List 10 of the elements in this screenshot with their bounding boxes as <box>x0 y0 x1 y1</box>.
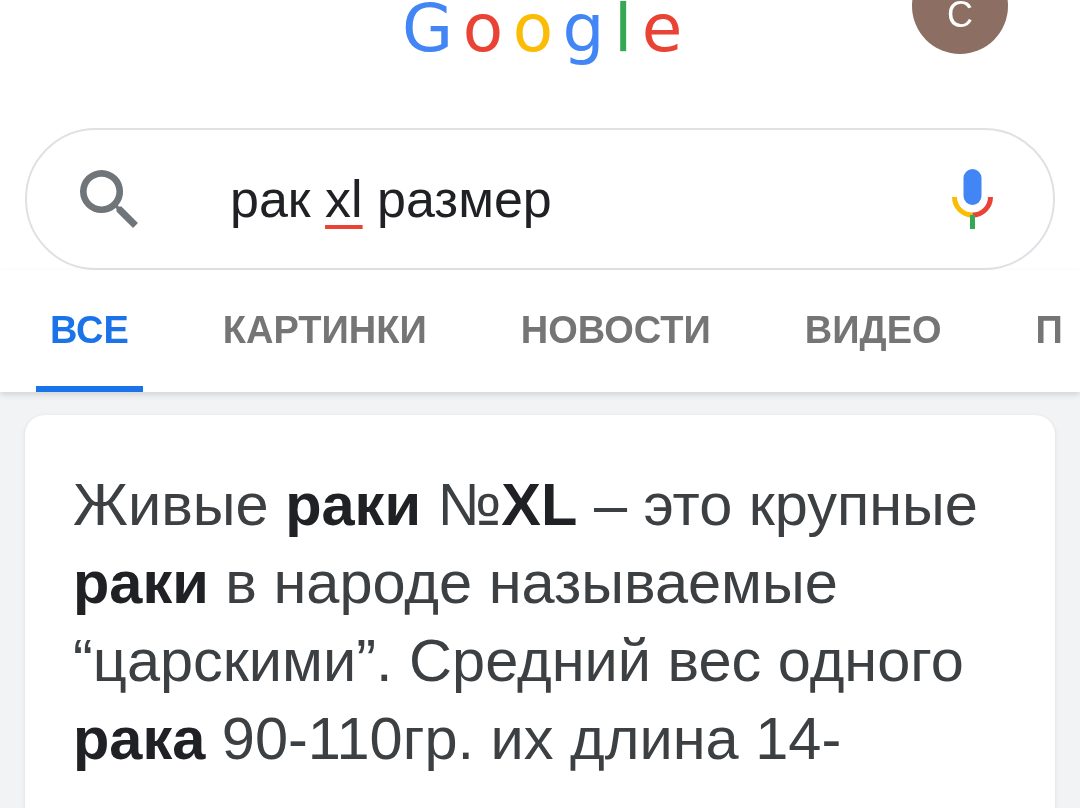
tab[interactable]: КАРТИНКИ <box>208 300 441 392</box>
tab[interactable]: П <box>1021 300 1077 392</box>
misspelled-word: xl <box>325 170 363 228</box>
microphone-icon[interactable] <box>952 169 993 229</box>
search-field[interactable]: рак xl размер <box>25 128 1055 270</box>
search-icon <box>80 170 138 228</box>
snippet-text: Живые раки №XL – это крупные раки в народе называемые “царскими”. Средний вес одного рака 90-110гр. их длина 14- <box>73 470 979 774</box>
tab[interactable]: ВИДЕО <box>790 300 956 392</box>
account-avatar[interactable]: С <box>912 0 1008 54</box>
tab[interactable]: НОВОСТИ <box>506 300 725 392</box>
